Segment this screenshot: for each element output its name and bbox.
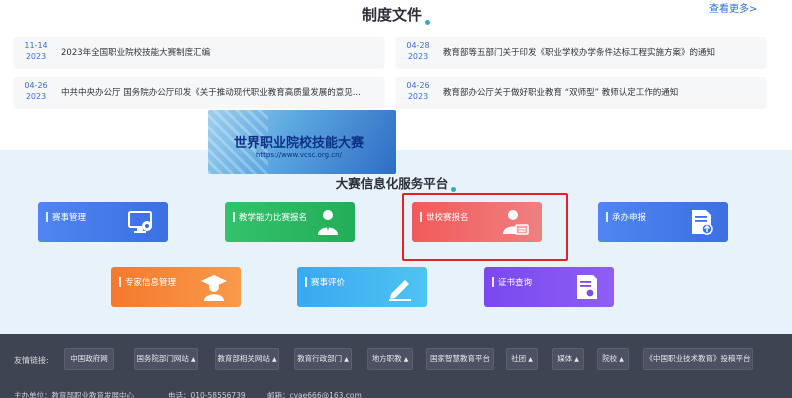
footer-link-label: 教育部相关网站 bbox=[217, 354, 270, 363]
title-accent-dot bbox=[425, 20, 430, 25]
doc-title[interactable]: 教育部等五部门关于印发《职业学校办学条件达标工程实施方案》的通知 bbox=[443, 46, 715, 58]
docs-section-title: 制度文件 bbox=[0, 4, 792, 25]
footer: 友情链接: 中国政府网 国务院部门网站 ▲ 教育部相关网站 ▲ 教育行政部门 ▲ 地方… bbox=[0, 334, 792, 398]
card-expert-info-management[interactable]: 专家信息管理 bbox=[111, 267, 241, 307]
doc-date-day: 04-26 bbox=[406, 81, 430, 90]
card-event-management[interactable]: 赛事管理 bbox=[38, 202, 168, 242]
caret-up-icon: ▲ bbox=[574, 356, 579, 363]
caret-up-icon: ▲ bbox=[190, 356, 196, 363]
friend-links-label: 友情链接: bbox=[14, 356, 49, 365]
footer-link-label: 国务院部门网站 bbox=[136, 354, 189, 363]
footer-organizer: 主办单位：教育部职业教育发展中心 bbox=[14, 391, 134, 398]
card-hosting-application[interactable]: 承办申报 bbox=[598, 202, 728, 242]
doc-title[interactable]: 中共中央办公厅 国务院办公厅印发《关于推动现代职业教育高质量发展的意见... bbox=[61, 86, 361, 98]
card-label: 世校赛报名 bbox=[426, 213, 469, 223]
platform-title: 大赛信息化服务平台 bbox=[0, 173, 792, 192]
card-label: 证书查询 bbox=[498, 278, 533, 288]
title-accent-dot bbox=[451, 187, 457, 192]
footer-link-moe-sites[interactable]: 教育部相关网站 ▲ bbox=[215, 348, 279, 370]
caret-up-icon: ▲ bbox=[403, 356, 409, 363]
footer-link-label: 《中国职业技术教育》投稿平台 bbox=[645, 354, 751, 363]
doc-date-year: 2023 bbox=[25, 92, 47, 101]
caret-up-icon: ▲ bbox=[619, 356, 624, 363]
pencil-edit-icon bbox=[389, 280, 411, 301]
caret-up-icon: ▲ bbox=[344, 356, 349, 363]
registration-user-card-icon bbox=[503, 210, 529, 235]
card-event-evaluation[interactable]: 赛事评价 bbox=[297, 267, 427, 307]
footer-link-label: 教育行政部门 bbox=[297, 354, 343, 363]
footer-link-media[interactable]: 媒体 ▲ bbox=[552, 348, 584, 370]
footer-link-label: 社团 bbox=[511, 354, 527, 363]
monitor-gear-icon bbox=[128, 211, 152, 233]
footer-link-journal-submission[interactable]: 《中国职业技术教育》投稿平台 bbox=[643, 348, 753, 370]
doc-title[interactable]: 2023年全国职业院校技能大赛制度汇编 bbox=[61, 46, 210, 58]
card-label: 专家信息管理 bbox=[125, 278, 177, 288]
footer-link-smart-edu[interactable]: 国家智慧教育平台 bbox=[426, 348, 494, 370]
see-more-link[interactable]: 查看更多> bbox=[709, 0, 757, 15]
doc-item[interactable]: 04-28 2023 教育部等五部门关于印发《职业学校办学条件达标工程实施方案》… bbox=[396, 37, 766, 67]
banner-url: https://www.vcsc.org.cn/ bbox=[256, 151, 342, 159]
teacher-icon bbox=[318, 210, 338, 235]
doc-date-day: 04-26 bbox=[24, 81, 48, 90]
card-world-school-competition-registration[interactable]: 世校赛报名 bbox=[412, 202, 542, 242]
footer-link-gov[interactable]: 中国政府网 bbox=[64, 348, 114, 370]
doc-item[interactable]: 04-26 2023 中共中央办公厅 国务院办公厅印发《关于推动现代职业教育高质… bbox=[14, 77, 384, 107]
footer-link-label: 院校 bbox=[602, 354, 618, 363]
doc-date-day: 04-28 bbox=[406, 41, 430, 50]
doc-date-day: 11-14 bbox=[24, 41, 48, 50]
footer-link-label: 国家智慧教育平台 bbox=[430, 354, 490, 363]
world-skills-banner[interactable]: 世界职业院校技能大赛 https://www.vcsc.org.cn/ bbox=[208, 110, 396, 174]
card-label: 赛事评价 bbox=[311, 278, 346, 288]
caret-up-icon: ▲ bbox=[271, 356, 277, 363]
footer-link-local-vocational[interactable]: 地方职教 ▲ bbox=[367, 348, 413, 370]
footer-link-schools[interactable]: 院校 ▲ bbox=[597, 348, 629, 370]
doc-item[interactable]: 04-26 2023 教育部办公厅关于做好职业教育 “双师型” 教师认定工作的通… bbox=[396, 77, 766, 107]
card-teaching-competition-registration[interactable]: 教学能力比赛报名 bbox=[225, 202, 355, 242]
caret-up-icon: ▲ bbox=[528, 356, 533, 363]
doc-date: 04-26 2023 bbox=[401, 80, 435, 102]
card-certificate-query[interactable]: 证书查询 bbox=[484, 267, 614, 307]
banner-title: 世界职业院校技能大赛 bbox=[234, 136, 365, 151]
docs-section: 制度文件 查看更多> 11-14 2023 2023年全国职业院校技能大赛制度汇… bbox=[0, 0, 792, 150]
footer-link-label: 地方职教 bbox=[371, 354, 402, 363]
card-label: 承办申报 bbox=[612, 213, 647, 223]
card-label: 教学能力比赛报名 bbox=[239, 213, 308, 223]
docs-title-text: 制度文件 bbox=[361, 6, 422, 24]
doc-date-year: 2023 bbox=[25, 52, 47, 61]
footer-link-associations[interactable]: 社团 ▲ bbox=[506, 348, 538, 370]
graduate-icon bbox=[201, 275, 227, 301]
footer-link-label: 媒体 bbox=[557, 354, 573, 363]
doc-date: 04-28 2023 bbox=[401, 40, 435, 62]
footer-phone: 电话：010-58556739 bbox=[168, 391, 246, 398]
document-upload-icon bbox=[692, 210, 713, 235]
footer-link-edu-admin[interactable]: 教育行政部门 ▲ bbox=[294, 348, 352, 370]
doc-item[interactable]: 11-14 2023 2023年全国职业院校技能大赛制度汇编 bbox=[14, 37, 384, 67]
doc-date-year: 2023 bbox=[407, 92, 429, 101]
footer-email: 邮箱：cvae666@163.com bbox=[267, 391, 362, 398]
doc-date-year: 2023 bbox=[407, 52, 429, 61]
doc-date: 11-14 2023 bbox=[19, 40, 53, 62]
certificate-icon bbox=[577, 275, 597, 299]
footer-link-label: 中国政府网 bbox=[70, 354, 108, 363]
card-label: 赛事管理 bbox=[52, 213, 87, 223]
doc-title[interactable]: 教育部办公厅关于做好职业教育 “双师型” 教师认定工作的通知 bbox=[443, 86, 678, 98]
footer-link-state-council[interactable]: 国务院部门网站 ▲ bbox=[134, 348, 198, 370]
doc-date: 04-26 2023 bbox=[19, 80, 53, 102]
platform-title-text: 大赛信息化服务平台 bbox=[335, 176, 449, 191]
